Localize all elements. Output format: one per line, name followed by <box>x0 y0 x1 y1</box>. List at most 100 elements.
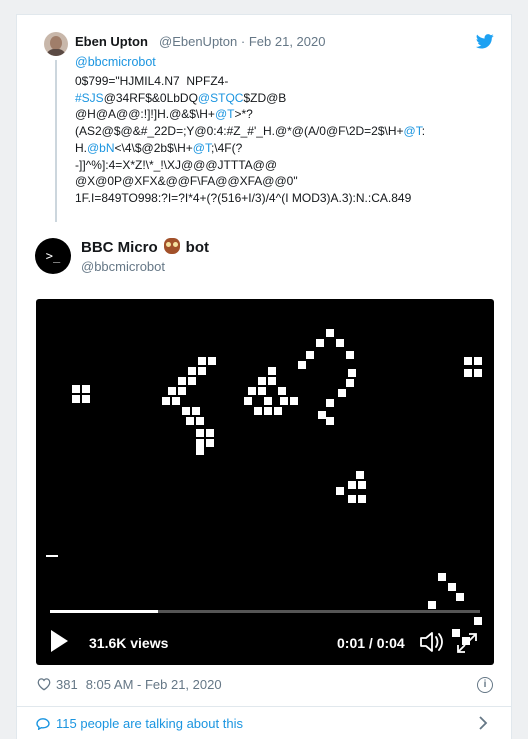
pixel-block <box>264 397 272 405</box>
bot-handle[interactable]: @bbcmicrobot <box>81 259 165 274</box>
likes-row: 381 8:05 AM - Feb 21, 2020 <box>36 677 222 692</box>
pixel-block <box>438 573 446 581</box>
tweet-date[interactable]: Feb 21, 2020 <box>249 34 326 49</box>
code-line: #SJS@34RF$&0LbDQ@STQC$ZD@B <box>75 90 287 105</box>
pixel-block <box>306 351 314 359</box>
thread-line <box>55 60 57 222</box>
code-link[interactable]: @STQC <box>198 91 244 105</box>
pixel-block <box>474 617 482 625</box>
twitter-bird-icon[interactable] <box>476 34 494 49</box>
pixel-block <box>72 385 80 393</box>
pixel-block <box>162 397 170 405</box>
view-count: 31.6K views <box>89 635 169 651</box>
pixel-block <box>358 481 366 489</box>
pixel-block <box>172 397 180 405</box>
code-link[interactable]: @T <box>193 141 211 155</box>
pixel-block <box>206 429 214 437</box>
pixel-block <box>196 447 204 455</box>
pixel-block <box>206 439 214 447</box>
talking-link[interactable]: 115 people are talking about this <box>36 716 243 731</box>
pixel-block <box>208 357 216 365</box>
owl-icon <box>163 238 180 254</box>
pixel-block <box>196 429 204 437</box>
pixel-block <box>462 637 470 645</box>
pixel-block <box>456 593 464 601</box>
pixel-block <box>338 389 346 397</box>
pixel-block <box>186 417 194 425</box>
pixel-block <box>318 411 326 419</box>
reply-to-link[interactable]: @bbcmicrobot <box>75 55 156 69</box>
code-link[interactable]: @bN <box>87 141 115 155</box>
play-button[interactable] <box>51 630 68 652</box>
bot-avatar[interactable]: >_ <box>35 238 71 274</box>
like-count[interactable]: 381 <box>56 677 78 692</box>
tweet-timestamp[interactable]: 8:05 AM - Feb 21, 2020 <box>86 677 222 692</box>
author-handle-and-date[interactable]: @EbenUpton · Feb 21, 2020 <box>159 34 325 49</box>
code-line: H.@bN<\4\$@2b$\H+@T;\4F(? <box>75 140 243 155</box>
heart-icon[interactable] <box>36 677 52 691</box>
talking-text: 115 people are talking about this <box>56 716 243 731</box>
pixel-block <box>188 377 196 385</box>
pixel-block <box>316 339 324 347</box>
pixel-block <box>346 379 354 387</box>
pixel-block <box>348 369 356 377</box>
pixel-block <box>258 377 266 385</box>
pixel-block <box>326 329 334 337</box>
pixel-block <box>452 629 460 637</box>
pixel-block <box>448 583 456 591</box>
avatar[interactable] <box>44 32 68 56</box>
pixel-block <box>82 395 90 403</box>
pixel-block <box>188 367 196 375</box>
code-line: 0$799="HJMIL4.N7 NPFZ4- <box>75 74 229 88</box>
pixel-block <box>258 387 266 395</box>
code-link[interactable]: @T <box>215 107 235 121</box>
tweet-code: 0$799="HJMIL4.N7 NPFZ4- #SJS@34RF$&0LbDQ@… <box>75 73 495 207</box>
pixel-block <box>356 471 364 479</box>
cursor-mark <box>46 555 58 557</box>
pixel-block <box>198 357 206 365</box>
divider <box>16 706 512 707</box>
pixel-block <box>290 397 298 405</box>
pixel-block <box>348 495 356 503</box>
author-name[interactable]: Eben Upton <box>75 34 148 49</box>
code-line: @H@A@@:!]!]H.@&$\H+@T>*? <box>75 107 253 122</box>
author-handle[interactable]: @EbenUpton <box>159 34 237 49</box>
bot-display-name[interactable]: BBC Micro bot <box>81 238 209 256</box>
pixel-block <box>268 377 276 385</box>
pixel-block <box>82 385 90 393</box>
pixel-block <box>464 369 472 377</box>
video-time: 0:01 / 0:04 <box>337 635 405 651</box>
separator: · <box>240 34 246 49</box>
volume-icon[interactable] <box>419 631 445 653</box>
pixel-block <box>474 357 482 365</box>
code-line: 1F.I=849TO998:?I=?I*4+(?(516+I/3)/4^(I M… <box>75 190 412 205</box>
progress-bar[interactable] <box>50 610 480 613</box>
code-link[interactable]: @T <box>404 124 422 138</box>
code-link[interactable]: #SJS <box>75 91 104 105</box>
pixel-block <box>248 387 256 395</box>
pixel-block <box>168 387 176 395</box>
pixel-block <box>198 367 206 375</box>
pixel-block <box>278 387 286 395</box>
pixel-block <box>72 395 80 403</box>
pixel-block <box>178 377 186 385</box>
pixel-block <box>178 387 186 395</box>
chevron-right-icon[interactable] <box>478 716 488 730</box>
pixel-block <box>326 417 334 425</box>
code-line: (AS2@$@&#_22D=;Y@0:4:#Z_#'_H.@*@(A/0@F\2… <box>75 124 426 139</box>
pixel-block <box>196 439 204 447</box>
pixel-block <box>348 481 356 489</box>
progress-fill <box>50 610 158 613</box>
pixel-block <box>336 339 344 347</box>
pixel-block <box>428 601 436 609</box>
pixel-block <box>268 367 276 375</box>
pixel-block <box>280 397 288 405</box>
pixel-block <box>274 407 282 415</box>
code-line: @X@0P@XFX&@@F\FA@@XFA@@0" <box>75 174 298 189</box>
pixel-block <box>346 351 354 359</box>
code-line: -]]^%]:4=X*Z!\*_!\XJ@@@JTTTA@@ <box>75 157 278 172</box>
pixel-block <box>192 407 200 415</box>
video-player[interactable]: 31.6K views 0:01 / 0:04 <box>36 299 494 665</box>
pixel-block <box>358 495 366 503</box>
info-icon[interactable]: i <box>477 677 493 693</box>
